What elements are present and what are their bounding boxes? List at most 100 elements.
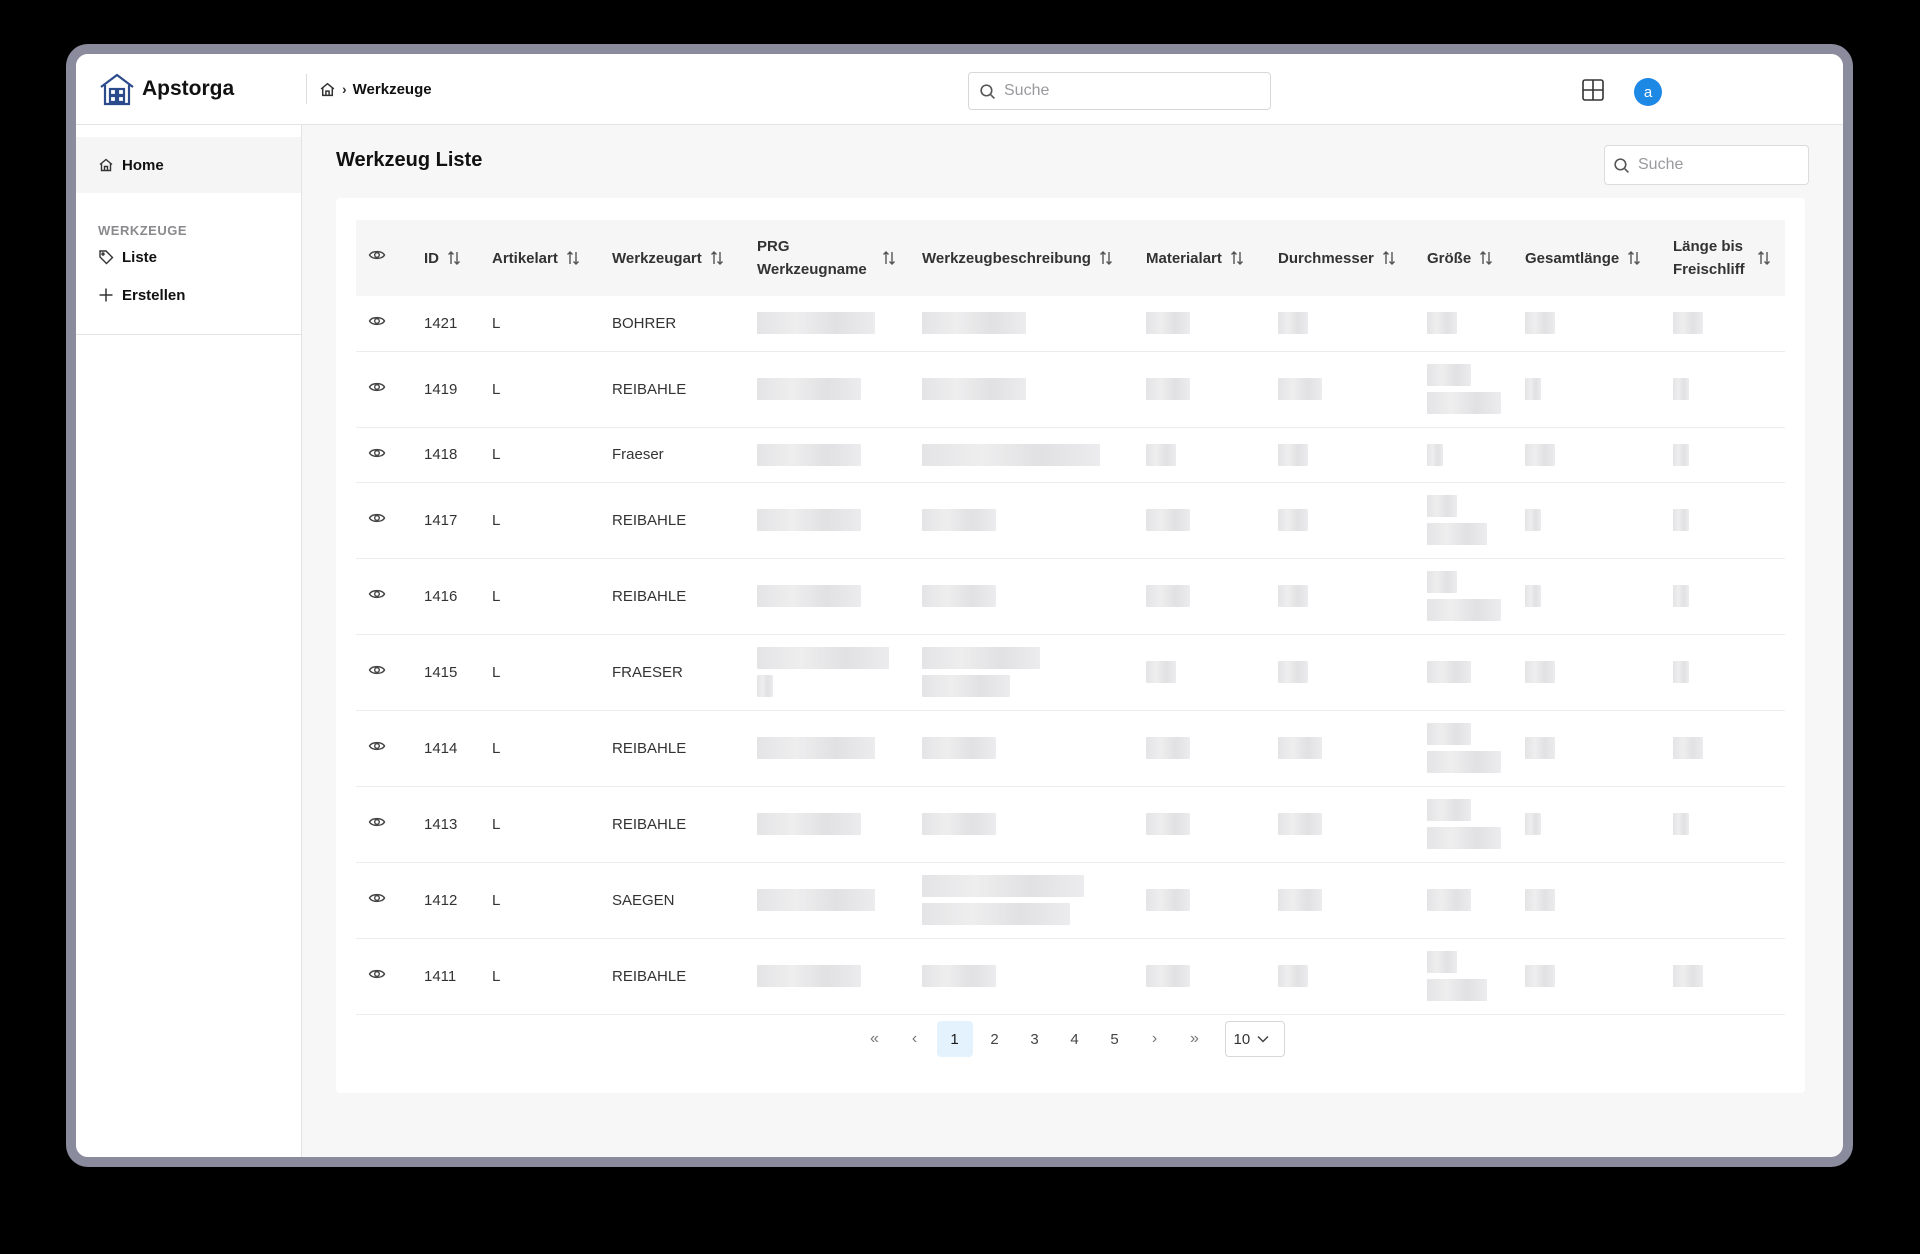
redacted-block (1427, 889, 1471, 911)
sidebar-item-home[interactable]: Home (76, 137, 301, 193)
redacted-cell (1661, 634, 1785, 711)
redacted-stack (1427, 364, 1501, 414)
redacted-cell (1266, 786, 1415, 863)
page-button-4[interactable]: 4 (1057, 1021, 1093, 1057)
col-header-werkzeugbeschreibung[interactable]: Werkzeugbeschreibung (910, 220, 1134, 296)
redacted-stack (922, 647, 1040, 697)
eye-icon[interactable] (368, 737, 386, 755)
col-header-werkzeugart[interactable]: Werkzeugart (600, 220, 745, 296)
cell-artikelart: L (480, 296, 600, 352)
redacted-cell (1266, 558, 1415, 635)
redacted-block (922, 875, 1084, 897)
redacted-block (1673, 965, 1703, 987)
brand[interactable]: Apstorga (76, 71, 306, 107)
table-row[interactable]: 1411 L REIBAHLE (356, 938, 1785, 1015)
tag-icon (99, 250, 114, 265)
eye-icon[interactable] (368, 378, 386, 396)
table-row[interactable]: 1413 L REIBAHLE (356, 786, 1785, 863)
view-cell[interactable] (356, 786, 412, 863)
redacted-block (1673, 312, 1703, 335)
table-row[interactable]: 1415 L FRAESER (356, 634, 1785, 711)
table-row[interactable]: 1417 L REIBAHLE (356, 482, 1785, 559)
cell-id: 1418 (412, 427, 480, 483)
page-size-select[interactable]: 10 (1224, 1021, 1285, 1057)
eye-icon[interactable] (368, 965, 386, 983)
avatar[interactable]: a (1634, 78, 1662, 106)
eye-icon[interactable] (368, 509, 386, 527)
table-row[interactable]: 1412 L SAEGEN (356, 862, 1785, 939)
redacted-cell (1513, 351, 1661, 428)
cell-werkzeugart: Fraeser (600, 427, 745, 483)
redacted-block (1146, 378, 1190, 400)
sidebar-item-liste[interactable]: Liste (76, 238, 301, 276)
col-header-id[interactable]: ID (412, 220, 480, 296)
table-row[interactable]: 1416 L REIBAHLE (356, 558, 1785, 635)
view-cell[interactable] (356, 710, 412, 787)
redacted-cell (910, 938, 1134, 1015)
eye-icon[interactable] (368, 444, 386, 462)
sort-icon (1099, 251, 1112, 265)
redacted-block (922, 813, 996, 835)
redacted-block (922, 312, 1026, 335)
first-page-button[interactable]: « (857, 1021, 893, 1057)
main-content: Werkzeug Liste ID Artikelar (302, 125, 1843, 1157)
table-row[interactable]: 1414 L REIBAHLE (356, 710, 1785, 787)
sort-icon (448, 251, 460, 265)
page-button-3[interactable]: 3 (1017, 1021, 1053, 1057)
redacted-block (757, 585, 861, 607)
grid-apps-icon[interactable] (1581, 78, 1605, 102)
redacted-block (1673, 813, 1689, 835)
view-cell[interactable] (356, 482, 412, 559)
page-button-1[interactable]: 1 (936, 1021, 973, 1057)
view-cell[interactable] (356, 634, 412, 711)
top-search-input[interactable] (1004, 82, 1244, 100)
table-search-input[interactable] (1638, 156, 1798, 174)
app-window: Apstorga › Werkzeuge a Home WERKZEUGE (76, 54, 1843, 1157)
table-row[interactable]: 1421 L BOHRER (356, 296, 1785, 352)
next-page-button[interactable]: › (1137, 1021, 1173, 1057)
eye-icon[interactable] (368, 585, 386, 603)
eye-icon[interactable] (368, 889, 386, 907)
redacted-cell (910, 427, 1134, 483)
table-row[interactable]: 1418 L Fraeser (356, 427, 1785, 483)
redacted-cell (1661, 710, 1785, 787)
view-cell[interactable] (356, 296, 412, 352)
view-cell[interactable] (356, 351, 412, 428)
redacted-cell (745, 427, 910, 483)
sidebar-item-erstellen[interactable]: Erstellen (76, 276, 301, 314)
col-header-groesse[interactable]: Größe (1415, 220, 1513, 296)
col-header-laenge-bis-freischliff[interactable]: Länge bis Freischliff (1661, 220, 1785, 296)
plus-icon (99, 288, 113, 302)
view-cell[interactable] (356, 862, 412, 939)
eye-icon[interactable] (368, 312, 386, 330)
col-header-durchmesser[interactable]: Durchmesser (1266, 220, 1415, 296)
redacted-stack (1427, 951, 1487, 1001)
redacted-cell (1661, 938, 1785, 1015)
eye-icon[interactable] (368, 661, 386, 679)
redacted-cell (1661, 427, 1785, 483)
redacted-block (1427, 443, 1443, 466)
redacted-cell (1415, 862, 1513, 939)
redacted-block (1673, 443, 1689, 466)
col-header-materialart[interactable]: Materialart (1134, 220, 1266, 296)
col-header-artikelart[interactable]: Artikelart (480, 220, 600, 296)
view-cell[interactable] (356, 938, 412, 1015)
warehouse-logo-icon (100, 73, 134, 106)
table-row[interactable]: 1419 L REIBAHLE (356, 351, 1785, 428)
col-header-prg-werkzeugname[interactable]: PRG Werkzeugname (745, 220, 910, 296)
table-card: ID Artikelart Werkzeugart PRG Werkzeugna… (336, 198, 1805, 1093)
prev-page-button[interactable]: ‹ (897, 1021, 933, 1057)
last-page-button[interactable]: » (1177, 1021, 1213, 1057)
redacted-block (1525, 585, 1541, 607)
eye-icon[interactable] (368, 813, 386, 831)
page-button-5[interactable]: 5 (1097, 1021, 1133, 1057)
topbar-divider (306, 74, 307, 104)
redacted-cell (910, 558, 1134, 635)
view-cell[interactable] (356, 558, 412, 635)
view-cell[interactable] (356, 427, 412, 483)
col-header-gesamtlaenge[interactable]: Gesamtlänge (1513, 220, 1661, 296)
redacted-cell (1415, 710, 1513, 787)
eye-icon (368, 250, 386, 259)
page-button-2[interactable]: 2 (977, 1021, 1013, 1057)
home-icon[interactable] (319, 81, 336, 98)
